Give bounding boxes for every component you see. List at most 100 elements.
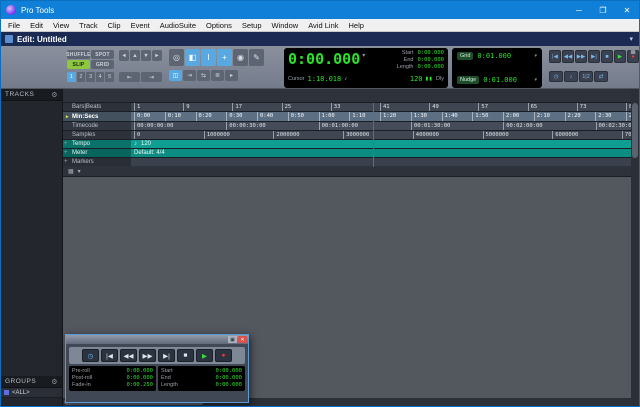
ruler-row-bars-beats[interactable]: Bars|Beats19172533414957657381 — [63, 103, 633, 112]
go-to-end-button[interactable]: ▶| — [158, 349, 175, 362]
metronome-button[interactable]: ♪ — [564, 71, 578, 82]
menu-avid-link[interactable]: Avid Link — [303, 21, 343, 30]
nudge-label[interactable]: Nudge — [457, 76, 479, 84]
online-button[interactable]: ◷ — [82, 349, 99, 362]
grid-mode-button[interactable]: GRID — [91, 60, 114, 69]
midi-merge-button[interactable]: ⇄ — [594, 71, 608, 82]
titlebar[interactable]: Pro Tools ─ ❐ ✕ — [1, 1, 639, 19]
menu-event[interactable]: Event — [126, 21, 155, 30]
stop-button[interactable]: ■ — [177, 349, 194, 362]
midi-zoom-button[interactable]: ▼ — [141, 50, 151, 61]
ruler-label-min-secs[interactable]: ▸Min:Secs — [63, 112, 131, 121]
fast-forward-button[interactable]: ▶▶ — [139, 349, 156, 362]
grid-value[interactable]: 0:01.000 — [477, 52, 511, 60]
pencil-tool-button[interactable]: ✎ — [249, 49, 264, 66]
link-track-edit-button[interactable]: ≣ — [211, 70, 224, 81]
ruler-label-meter[interactable]: +Meter — [63, 149, 131, 157]
ruler-row-meter[interactable]: +MeterDefault: 4/4 — [63, 149, 633, 158]
start-value[interactable]: 0:00.000 — [182, 368, 242, 375]
horizontal-zoom-in-button[interactable]: ► — [152, 50, 162, 61]
toolbar-menu-icon[interactable]: ≣ — [630, 48, 636, 56]
play-button[interactable]: ▶ — [614, 50, 626, 63]
menu-options[interactable]: Options — [201, 21, 237, 30]
count-off-button[interactable]: 1|2 — [579, 71, 593, 82]
ruler-track-timecode[interactable]: 00:00:00:0000:00:30:0000:01:00:0000:01:3… — [131, 122, 633, 130]
edit-window-menu-icon[interactable]: ▾ — [629, 35, 633, 43]
playhead-cursor[interactable] — [373, 103, 374, 167]
add-tempo-icon[interactable]: + — [64, 140, 68, 149]
zoom-preset-3-button[interactable]: 3 — [86, 72, 95, 82]
groups-header[interactable]: GROUPS ⚙ — [1, 376, 62, 388]
start-value[interactable]: 0:00.000 — [418, 50, 445, 57]
zoom-preset-2-button[interactable]: 2 — [77, 72, 86, 82]
shuffle-mode-button[interactable]: SHUFFLE — [67, 50, 90, 59]
zoom-toggle-button[interactable]: ◫ — [169, 70, 182, 81]
grid-label[interactable]: Grid — [457, 52, 473, 60]
menu-help[interactable]: Help — [343, 21, 368, 30]
menu-audiosuite[interactable]: AudioSuite — [155, 21, 201, 30]
return-to-zero-button[interactable]: |◀ — [101, 349, 118, 362]
menu-window[interactable]: Window — [267, 21, 304, 30]
menu-file[interactable]: File — [3, 21, 25, 30]
post-roll-value[interactable]: 0:00.000 — [96, 375, 153, 382]
stop-button[interactable]: ■ — [601, 50, 613, 63]
ruler-label-tempo[interactable]: +Tempo — [63, 140, 131, 148]
zoomer-tool-button[interactable]: ◎ — [169, 49, 184, 66]
ruler-track-tempo[interactable]: ♪120 — [131, 140, 633, 148]
rewind-button[interactable]: ◀◀ — [120, 349, 137, 362]
ruler-label-timecode[interactable]: Timecode — [63, 122, 131, 130]
ruler-label-markers[interactable]: +Markers — [63, 158, 131, 166]
end-value[interactable]: 0:00.000 — [182, 375, 242, 382]
maximize-button[interactable]: ❐ — [591, 1, 615, 19]
ruler-label-bars-beats[interactable]: Bars|Beats — [63, 103, 131, 111]
horizontal-zoom-out-button[interactable]: ◄ — [119, 50, 129, 61]
go-to-end-button[interactable]: ▶| — [588, 50, 600, 63]
vertical-scrollbar-thumb[interactable] — [632, 103, 638, 158]
tracks-gear-icon[interactable]: ⚙ — [51, 91, 58, 99]
ruler-label-samples[interactable]: Samples — [63, 131, 131, 139]
length-value[interactable]: 0:00.000 — [418, 64, 445, 71]
insertion-follows-playback-button[interactable]: ▸ — [225, 70, 238, 81]
return-to-zero-button[interactable]: |◀ — [549, 50, 561, 63]
tracks-header[interactable]: TRACKS ⚙ — [1, 89, 62, 101]
zoom-preset-1-button[interactable]: 1 — [67, 72, 76, 82]
group-item-all[interactable]: <ALL> — [1, 388, 62, 398]
menu-edit[interactable]: Edit — [25, 21, 48, 30]
length-value[interactable]: 0:00.000 — [182, 382, 242, 389]
play-button[interactable]: ▶ — [196, 349, 213, 362]
main-counter[interactable]: 0:00.000 — [288, 50, 360, 69]
trim-end-to-insertion-button[interactable]: ⇥ — [141, 72, 162, 82]
ruler-track-meter[interactable]: Default: 4/4 — [131, 149, 633, 157]
grid-caret-icon[interactable]: ▾ — [534, 53, 537, 59]
nudge-caret-icon[interactable]: ▾ — [534, 77, 537, 83]
trim-start-to-insertion-button[interactable]: ⇤ — [119, 72, 140, 82]
ruler-row-samples[interactable]: Samples010000002000000300000040000005000… — [63, 131, 633, 140]
audio-zoom-button[interactable]: ▲ — [130, 50, 140, 61]
tab-to-transient-button[interactable]: ⇥ — [183, 70, 196, 81]
menu-setup[interactable]: Setup — [237, 21, 267, 30]
groups-gear-icon[interactable]: ⚙ — [51, 378, 58, 386]
ruler-row-tempo[interactable]: +Tempo♪120 — [63, 140, 633, 149]
ruler-track-min-secs[interactable]: 0:000:100:200:300:400:501:001:101:201:30… — [131, 112, 633, 121]
ruler-row-min-secs[interactable]: ▸Min:Secs0:000:100:200:300:400:501:001:1… — [63, 112, 633, 122]
ruler-track-bars-beats[interactable]: 19172533414957657381 — [131, 103, 633, 111]
record-button[interactable]: ● — [215, 349, 232, 362]
main-counter-caret-icon[interactable]: ▾ — [362, 52, 365, 59]
transport-expand-icon[interactable]: ▣ — [228, 336, 237, 343]
trim-tool-button[interactable]: ◧ — [185, 49, 200, 66]
slip-mode-button[interactable]: SLIP — [67, 60, 90, 69]
tracks-list[interactable] — [1, 101, 62, 372]
close-button[interactable]: ✕ — [615, 1, 639, 19]
pre-roll-value[interactable]: 0:00.000 — [96, 368, 153, 375]
zoom-preset-4-button[interactable]: 4 — [96, 72, 105, 82]
grabber-tool-button[interactable]: + — [217, 49, 232, 66]
ruler-track-markers[interactable] — [131, 158, 633, 166]
scrubber-tool-button[interactable]: ◉ — [233, 49, 248, 66]
ruler-track-samples[interactable]: 0100000020000003000000400000050000006000… — [131, 131, 633, 139]
selector-tool-button[interactable]: I — [201, 49, 216, 66]
ruler-menu-caret-icon[interactable]: ▾ — [78, 168, 81, 175]
online-button[interactable]: ◷ — [549, 71, 563, 82]
tempo-value[interactable]: 120 — [410, 75, 423, 83]
ruler-row-timecode[interactable]: Timecode00:00:00:0000:00:30:0000:01:00:0… — [63, 122, 633, 131]
vertical-scrollbar[interactable] — [631, 89, 639, 406]
